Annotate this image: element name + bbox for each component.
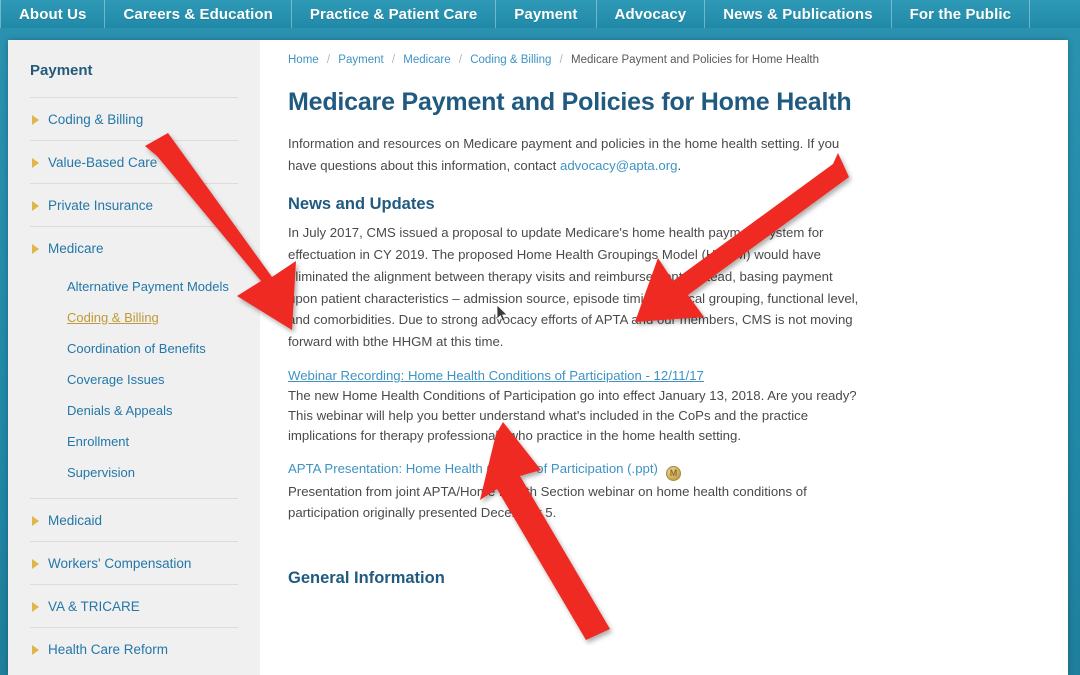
nav-item-practice-patient-care[interactable]: Practice & Patient Care	[292, 0, 497, 28]
sidebar-item-value-based-care[interactable]: Value-Based Care	[30, 141, 238, 183]
breadcrumb-link-coding-billing[interactable]: Coding & Billing	[470, 54, 551, 66]
triangle-right-icon	[32, 157, 39, 168]
page-title: Medicare Payment and Policies for Home H…	[288, 88, 852, 116]
breadcrumb-separator: /	[458, 54, 463, 66]
general-information-heading: General Information	[288, 568, 445, 587]
sidebar-item-workers-compensation[interactable]: Workers' Compensation	[30, 542, 238, 584]
nav-item-payment[interactable]: Payment	[496, 0, 597, 28]
sidebar-item-label: Value-Based Care	[48, 155, 158, 170]
triangle-right-icon	[32, 644, 39, 655]
sidebar-item-label: Workers' Compensation	[48, 556, 192, 571]
triangle-right-icon	[32, 114, 39, 125]
breadcrumb-separator: /	[326, 54, 331, 66]
breadcrumb-current: Medicare Payment and Policies for Home H…	[571, 54, 820, 66]
contact-email-link[interactable]: advocacy@apta.org	[560, 158, 678, 173]
sidebar-item-label: Private Insurance	[48, 198, 154, 213]
breadcrumb-link-home[interactable]: Home	[288, 54, 319, 66]
nav-item-advocacy[interactable]: Advocacy	[597, 0, 706, 28]
sidebar-subitem-coverage-issues[interactable]: Coverage Issues	[30, 364, 238, 395]
main-content: Home / Payment / Medicare / Coding & Bil…	[260, 40, 1068, 675]
triangle-right-icon	[32, 558, 39, 569]
intro-text-end: .	[677, 157, 682, 173]
sidebar-item-coding-billing[interactable]: Coding & Billing	[30, 98, 238, 140]
sidebar-item-medicaid[interactable]: Medicaid	[30, 499, 238, 541]
triangle-right-icon	[32, 200, 39, 211]
sidebar-item-health-care-reform[interactable]: Health Care Reform	[30, 628, 238, 670]
triangle-right-icon	[32, 243, 39, 254]
sidebar: Payment Coding & Billing Value-Based Car…	[8, 40, 260, 675]
webinar-recording-link[interactable]: Webinar Recording: Home Health Condition…	[288, 368, 704, 383]
breadcrumb-separator: /	[559, 54, 563, 66]
medicare-subnav: Alternative Payment Models Coding & Bill…	[30, 269, 238, 498]
sidebar-title: Payment	[30, 62, 93, 79]
news-entry-description: The new Home Health Conditions of Partic…	[288, 388, 857, 444]
main-navigation: About Us Careers & Education Practice & …	[0, 0, 1080, 28]
sidebar-subitem-coordination-of-benefits[interactable]: Coordination of Benefits	[30, 333, 238, 364]
breadcrumb: Home / Payment / Medicare / Coding & Bil…	[288, 54, 1028, 88]
nav-item-news-publications[interactable]: News & Publications	[705, 0, 892, 28]
news-entry: Webinar Recording: Home Health Condition…	[288, 353, 858, 446]
news-entry-description: Presentation from joint APTA/Home Health…	[288, 484, 807, 520]
sidebar-item-label: Medicare	[48, 241, 104, 256]
nav-item-about-us[interactable]: About Us	[0, 0, 106, 28]
sidebar-item-label: Health Care Reform	[48, 642, 169, 657]
nav-item-for-the-public[interactable]: For the Public	[892, 0, 1031, 28]
sidebar-item-label: Coding & Billing	[48, 112, 144, 127]
sidebar-subitem-enrollment[interactable]: Enrollment	[30, 426, 238, 457]
intro-paragraph: Information and resources on Medicare pa…	[288, 133, 863, 177]
apta-presentation-link[interactable]: APTA Presentation: Home Health Change of…	[288, 461, 658, 476]
news-entry: APTA Presentation: Home Health Change of…	[288, 446, 858, 522]
sidebar-subitem-alternative-payment-models[interactable]: Alternative Payment Models	[30, 271, 238, 302]
sidebar-subitem-denials-appeals[interactable]: Denials & Appeals	[30, 395, 238, 426]
sidebar-item-va-tricare[interactable]: VA & TRICARE	[30, 585, 238, 627]
triangle-right-icon	[32, 601, 39, 612]
news-paragraph: In July 2017, CMS issued a proposal to u…	[288, 224, 859, 350]
content-shell: Payment Coding & Billing Value-Based Car…	[8, 40, 1068, 675]
sidebar-item-medicare[interactable]: Medicare	[30, 227, 238, 269]
sidebar-item-private-insurance[interactable]: Private Insurance	[30, 184, 238, 226]
sidebar-subitem-coding-billing[interactable]: Coding & Billing	[30, 302, 238, 333]
breadcrumb-link-payment[interactable]: Payment	[338, 54, 383, 66]
sidebar-item-label: Medicaid	[48, 513, 103, 528]
triangle-right-icon	[32, 515, 39, 526]
sidebar-item-label: VA & TRICARE	[48, 599, 140, 614]
nav-item-careers-education[interactable]: Careers & Education	[105, 0, 292, 28]
breadcrumb-link-medicare[interactable]: Medicare	[403, 54, 450, 66]
members-only-badge-icon: M	[665, 466, 681, 482]
sidebar-subitem-supervision[interactable]: Supervision	[30, 457, 238, 488]
news-and-updates-heading: News and Updates	[288, 194, 435, 213]
breadcrumb-separator: /	[391, 54, 396, 66]
